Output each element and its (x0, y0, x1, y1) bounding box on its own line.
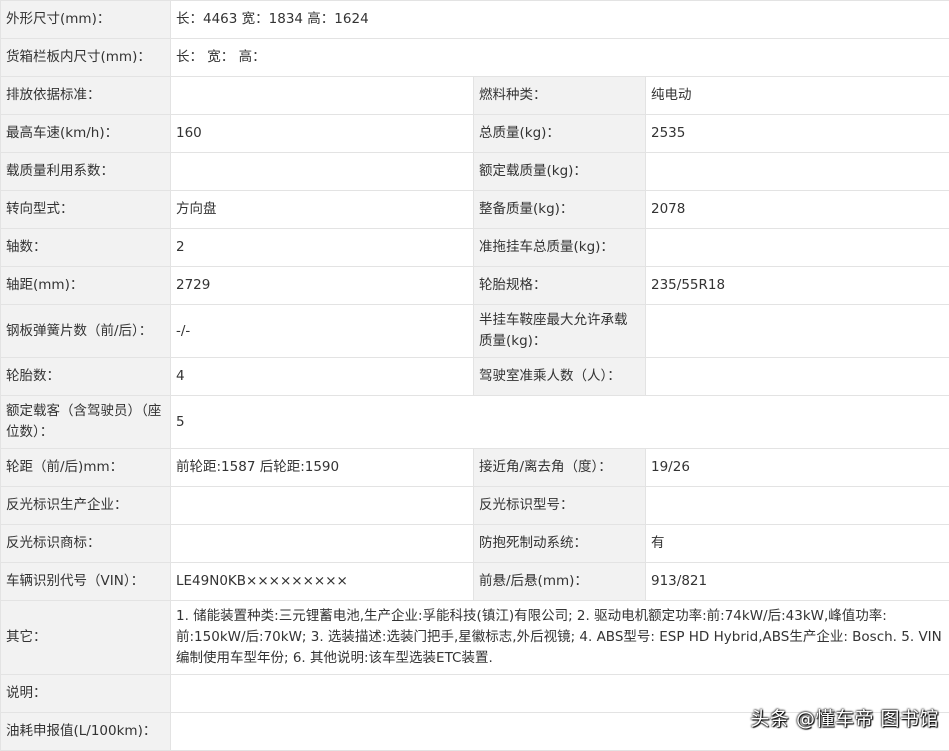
label-abs: 防抱死制动系统： (474, 525, 646, 563)
vehicle-spec-table: 外形尺寸(mm)： 长：4463 宽：1834 高：1624 货箱栏板内尺寸(m… (0, 0, 949, 751)
watermark: 头条 @懂车帝 图书馆 (750, 704, 939, 731)
value-fuel-type: 纯电动 (646, 77, 949, 115)
value-approach-angle: 19/26 (646, 449, 949, 487)
value-steering: 方向盘 (171, 191, 474, 229)
row-axles: 轴数： 2 准拖挂车总质量(kg)： (1, 229, 949, 267)
value-emission-standard (171, 77, 474, 115)
value-cargo-box: 长： 宽： 高： (171, 39, 949, 77)
label-reflector-maker: 反光标识生产企业： (1, 487, 171, 525)
value-tire-count: 4 (171, 358, 474, 396)
label-tire-count: 轮胎数： (1, 358, 171, 396)
row-leaf-springs: 钢板弹簧片数（前/后）： -/- 半挂车鞍座最大允许承载质量(kg)： (1, 305, 949, 358)
label-axles: 轴数： (1, 229, 171, 267)
value-vin: LE49N0KB××××××××× (171, 563, 474, 601)
value-wheelbase: 2729 (171, 267, 474, 305)
row-seats: 额定载客（含驾驶员）（座位数）： 5 (1, 396, 949, 449)
row-track: 轮距（前/后)mm： 前轮距:1587 后轮距:1590 接近角/离去角（度）：… (1, 449, 949, 487)
label-total-mass: 总质量(kg)： (474, 115, 646, 153)
label-dimensions: 外形尺寸(mm)： (1, 1, 171, 39)
value-tire-spec: 235/55R18 (646, 267, 949, 305)
label-steering: 转向型式： (1, 191, 171, 229)
value-dimensions: 长：4463 宽：1834 高：1624 (171, 1, 949, 39)
label-tire-spec: 轮胎规格： (474, 267, 646, 305)
value-abs: 有 (646, 525, 949, 563)
label-cargo-box: 货箱栏板内尺寸(mm)： (1, 39, 171, 77)
row-emission-fuel: 排放依据标准： 燃料种类： 纯电动 (1, 77, 949, 115)
value-seats: 5 (171, 396, 949, 449)
label-fuel-consumption: 油耗申报值(L/100km)： (1, 713, 171, 751)
value-other: 1. 储能装置种类:三元锂蓄电池,生产企业:孚能科技(镇江)有限公司; 2. 驱… (171, 601, 949, 675)
label-leaf-springs: 钢板弹簧片数（前/后）： (1, 305, 171, 358)
value-saddle-load (646, 305, 949, 358)
row-tires: 轮胎数： 4 驾驶室准乘人数（人）： (1, 358, 949, 396)
value-load-factor (171, 153, 474, 191)
value-trailer-mass (646, 229, 949, 267)
label-vin: 车辆识别代号（VIN）： (1, 563, 171, 601)
value-axles: 2 (171, 229, 474, 267)
row-reflector-brand: 反光标识商标： 防抱死制动系统： 有 (1, 525, 949, 563)
row-other: 其它： 1. 储能装置种类:三元锂蓄电池,生产企业:孚能科技(镇江)有限公司; … (1, 601, 949, 675)
value-max-speed: 160 (171, 115, 474, 153)
value-total-mass: 2535 (646, 115, 949, 153)
row-cargo-box: 货箱栏板内尺寸(mm)： 长： 宽： 高： (1, 39, 949, 77)
value-overhang: 913/821 (646, 563, 949, 601)
row-vin: 车辆识别代号（VIN）： LE49N0KB××××××××× 前悬/后悬(mm)… (1, 563, 949, 601)
label-emission-standard: 排放依据标准： (1, 77, 171, 115)
label-load-factor: 载质量利用系数： (1, 153, 171, 191)
row-dimensions: 外形尺寸(mm)： 长：4463 宽：1834 高：1624 (1, 1, 949, 39)
label-rated-load: 额定载质量(kg)： (474, 153, 646, 191)
row-wheelbase: 轴距(mm)： 2729 轮胎规格： 235/55R18 (1, 267, 949, 305)
label-cab-capacity: 驾驶室准乘人数（人）： (474, 358, 646, 396)
label-fuel-type: 燃料种类： (474, 77, 646, 115)
value-cab-capacity (646, 358, 949, 396)
value-track: 前轮距:1587 后轮距:1590 (171, 449, 474, 487)
row-load-factor: 载质量利用系数： 额定载质量(kg)： (1, 153, 949, 191)
value-reflector-brand (171, 525, 474, 563)
value-reflector-maker (171, 487, 474, 525)
value-leaf-springs: -/- (171, 305, 474, 358)
row-speed-mass: 最高车速(km/h)： 160 总质量(kg)： 2535 (1, 115, 949, 153)
value-curb-mass: 2078 (646, 191, 949, 229)
label-seats: 额定载客（含驾驶员）（座位数）： (1, 396, 171, 449)
label-approach-angle: 接近角/离去角（度）： (474, 449, 646, 487)
label-other: 其它： (1, 601, 171, 675)
row-steering: 转向型式： 方向盘 整备质量(kg)： 2078 (1, 191, 949, 229)
label-reflector-model: 反光标识型号： (474, 487, 646, 525)
label-trailer-mass: 准拖挂车总质量(kg)： (474, 229, 646, 267)
label-curb-mass: 整备质量(kg)： (474, 191, 646, 229)
label-max-speed: 最高车速(km/h)： (1, 115, 171, 153)
label-track: 轮距（前/后)mm： (1, 449, 171, 487)
value-rated-load (646, 153, 949, 191)
label-reflector-brand: 反光标识商标： (1, 525, 171, 563)
label-wheelbase: 轴距(mm)： (1, 267, 171, 305)
value-reflector-model (646, 487, 949, 525)
label-overhang: 前悬/后悬(mm)： (474, 563, 646, 601)
label-saddle-load: 半挂车鞍座最大允许承载质量(kg)： (474, 305, 646, 358)
label-notes: 说明： (1, 675, 171, 713)
row-reflector-maker: 反光标识生产企业： 反光标识型号： (1, 487, 949, 525)
